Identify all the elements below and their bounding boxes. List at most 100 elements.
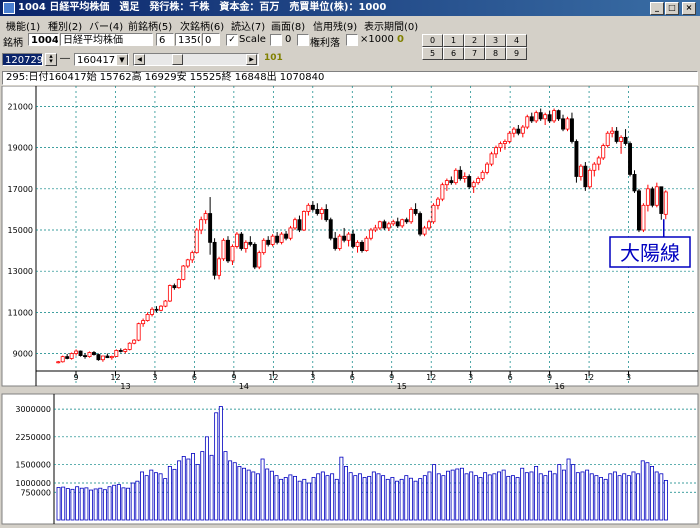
menu-type[interactable]: 種別(2) bbox=[48, 18, 82, 33]
param-field-a[interactable]: 6 bbox=[156, 33, 174, 46]
candle-body bbox=[212, 241, 217, 276]
digit-button-9[interactable]: 9 bbox=[506, 47, 527, 60]
menu-next-stock[interactable]: 次銘柄(6) bbox=[180, 18, 224, 33]
volume-bar bbox=[617, 475, 622, 521]
year-label: 13 bbox=[120, 382, 130, 391]
candle-body bbox=[431, 204, 436, 223]
candle-body bbox=[346, 233, 351, 241]
volume-bar bbox=[84, 487, 89, 521]
candle-body bbox=[217, 258, 222, 276]
x-tick-label: 12 bbox=[426, 373, 436, 382]
x-tick-label: 3 bbox=[626, 373, 631, 382]
param-field-c[interactable]: 0 bbox=[202, 33, 220, 46]
candle-body bbox=[315, 209, 320, 214]
candle-body bbox=[261, 239, 266, 254]
minimize-button[interactable]: _ bbox=[650, 2, 664, 15]
candle-body bbox=[391, 221, 396, 225]
volume-bar bbox=[589, 473, 594, 521]
param-field-b[interactable]: 1350 bbox=[175, 33, 201, 46]
candle-body bbox=[444, 180, 449, 186]
digit-button-8[interactable]: 8 bbox=[485, 47, 506, 60]
stock-name-field[interactable]: 日経平均株価 bbox=[60, 33, 153, 46]
volume-bar bbox=[529, 471, 534, 521]
volume-bar bbox=[376, 473, 381, 521]
candle-body bbox=[511, 128, 516, 134]
volume-bar bbox=[422, 475, 427, 521]
volume-bar bbox=[130, 482, 135, 521]
date-from-field[interactable]: 120729 bbox=[2, 53, 43, 66]
candle-body bbox=[301, 211, 306, 231]
menu-screen[interactable]: 画面(8) bbox=[271, 18, 305, 33]
scroll-right-icon[interactable]: ▶ bbox=[246, 54, 257, 65]
scroll-thumb[interactable] bbox=[172, 54, 183, 65]
menu-bar-type[interactable]: バー(4) bbox=[89, 18, 123, 33]
volume-bar bbox=[172, 468, 177, 521]
candle-body bbox=[279, 233, 284, 243]
volume-bar bbox=[158, 473, 163, 521]
close-button[interactable]: × bbox=[682, 2, 696, 15]
kenri-checkbox[interactable] bbox=[297, 34, 309, 46]
volume-bar bbox=[608, 473, 613, 521]
volume-bar bbox=[306, 482, 311, 521]
candle-body bbox=[96, 354, 101, 361]
volume-bar bbox=[107, 486, 112, 521]
candle-body bbox=[172, 285, 177, 289]
candle-body bbox=[355, 241, 360, 247]
volume-bar bbox=[543, 475, 548, 521]
volume-bar bbox=[506, 475, 511, 521]
digit-button-6[interactable]: 6 bbox=[443, 47, 464, 60]
scale-value-checkbox[interactable] bbox=[270, 34, 282, 46]
candle-body bbox=[78, 350, 83, 356]
volume-bar bbox=[390, 477, 395, 521]
volume-bar bbox=[659, 473, 664, 521]
stock-code-field[interactable]: 1004 bbox=[28, 33, 59, 46]
volume-bar bbox=[501, 469, 506, 521]
year-label: 15 bbox=[397, 382, 407, 391]
volume-bar bbox=[61, 486, 66, 521]
candle-body bbox=[561, 118, 565, 130]
date-to-value: 160417 bbox=[77, 55, 116, 66]
date-spin-button[interactable]: ▴ ▾ bbox=[45, 53, 57, 66]
digit-button-2[interactable]: 2 bbox=[464, 34, 485, 47]
candle-body bbox=[462, 176, 467, 179]
date-to-select[interactable]: 160417 ▼ bbox=[74, 53, 129, 66]
digit-button-4[interactable]: 4 bbox=[506, 34, 527, 47]
digit-button-7[interactable]: 7 bbox=[464, 47, 485, 60]
menu-display-period[interactable]: 表示期間(0) bbox=[364, 18, 418, 33]
volume-bar bbox=[650, 465, 654, 521]
candle-body bbox=[176, 279, 181, 289]
candle-body bbox=[641, 204, 646, 231]
volume-bar bbox=[594, 475, 599, 521]
period-scrollbar[interactable]: ◀ ▶ bbox=[133, 53, 259, 66]
scale-checkbox[interactable]: ✓ bbox=[226, 34, 238, 46]
menu-margin[interactable]: 信用残(9) bbox=[313, 18, 357, 33]
volume-bar bbox=[232, 462, 237, 521]
candle-body bbox=[435, 198, 440, 206]
candle-body bbox=[610, 130, 615, 134]
volume-bar bbox=[70, 488, 75, 521]
candle-body bbox=[167, 285, 172, 302]
candle-body bbox=[538, 112, 543, 120]
volume-bar bbox=[251, 471, 256, 521]
candle-body bbox=[601, 145, 606, 159]
volume-bar bbox=[325, 475, 330, 521]
digit-button-1[interactable]: 1 bbox=[443, 34, 464, 47]
candle-body bbox=[552, 110, 557, 122]
menu-prev-stock[interactable]: 前銘柄(5) bbox=[128, 18, 172, 33]
digit-button-3[interactable]: 3 bbox=[485, 34, 506, 47]
candle-body bbox=[628, 143, 632, 175]
chevron-down-icon[interactable]: ▼ bbox=[116, 54, 128, 65]
volume-bar bbox=[371, 471, 376, 521]
scroll-left-icon[interactable]: ◀ bbox=[134, 54, 145, 65]
volume-tick-label: 2250000 bbox=[15, 433, 51, 442]
maximize-button[interactable]: □ bbox=[665, 2, 679, 15]
x1000-checkbox[interactable] bbox=[346, 34, 358, 46]
volume-bar bbox=[288, 474, 293, 521]
digit-button-0[interactable]: 0 bbox=[422, 34, 443, 47]
menu-load[interactable]: 読込(7) bbox=[231, 18, 265, 33]
x-tick-label: 12 bbox=[110, 373, 120, 382]
menu-function[interactable]: 機能(1) bbox=[6, 18, 40, 33]
digit-button-5[interactable]: 5 bbox=[422, 47, 443, 60]
candle-body bbox=[150, 308, 155, 315]
candle-body bbox=[92, 352, 96, 355]
